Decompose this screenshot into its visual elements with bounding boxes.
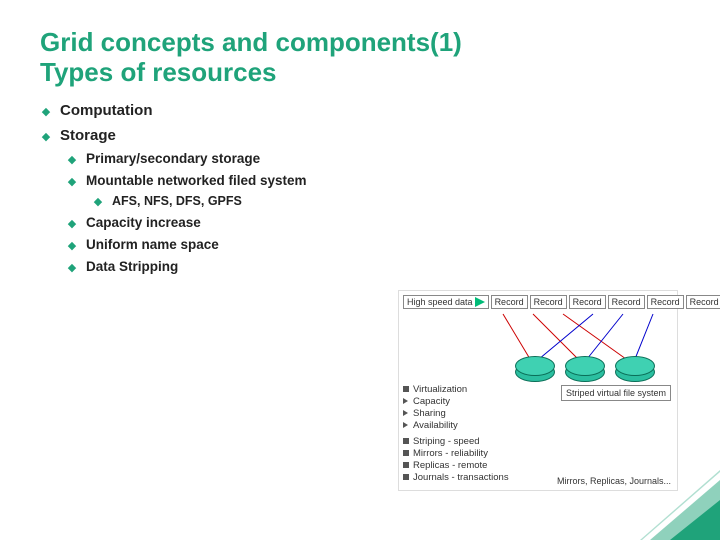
bullet-icon: ◆ <box>66 175 78 188</box>
bullet-storage: Storage <box>60 127 116 144</box>
bullet-list: ◆ Computation ◆ Storage ◆ Primary/second… <box>40 102 680 274</box>
bullet-icon: ◆ <box>40 105 52 118</box>
record-cell: Record <box>647 295 684 309</box>
bullet-icon: ◆ <box>40 130 52 143</box>
square-bullet-icon <box>403 450 409 456</box>
bullet-icon: ◆ <box>66 261 78 274</box>
bullet-fs-list: AFS, NFS, DFS, GPFS <box>112 194 242 208</box>
bullet-computation: Computation <box>60 102 152 119</box>
bullet-icon: ◆ <box>66 239 78 252</box>
square-bullet-icon <box>403 386 409 392</box>
square-bullet-icon <box>403 438 409 444</box>
feat-availability: Availability <box>413 420 458 431</box>
slide-title: Grid concepts and components(1) Types of… <box>40 28 680 88</box>
record-cell: Record <box>530 295 567 309</box>
disk-icon <box>515 356 555 376</box>
record-cell: Record <box>686 295 720 309</box>
disk-icon <box>615 356 655 376</box>
square-bullet-icon <box>403 474 409 480</box>
hsd-label: High speed data <box>407 297 473 307</box>
feat-sharing: Sharing <box>413 408 446 419</box>
bullet-mountable: Mountable networked filed system <box>86 173 307 188</box>
record-cell: Record <box>569 295 606 309</box>
title-line-1: Grid concepts and components(1) <box>40 27 462 57</box>
record-cell: Record <box>608 295 645 309</box>
feat-mirrors: Mirrors - reliability <box>413 448 488 459</box>
triangle-bullet-icon <box>403 398 408 404</box>
striped-vfs-box: Striped virtual file system <box>561 385 671 401</box>
bullet-primary-secondary: Primary/secondary storage <box>86 151 260 166</box>
triangle-bullet-icon <box>403 410 408 416</box>
storage-diagram: High speed data Record Record Record Rec… <box>398 290 678 491</box>
bullet-capacity: Capacity increase <box>86 215 201 230</box>
square-bullet-icon <box>403 462 409 468</box>
feat-capacity: Capacity <box>413 396 450 407</box>
bullet-uniform-namespace: Uniform name space <box>86 237 219 252</box>
feat-virtualization: Virtualization <box>413 384 467 395</box>
title-line-2: Types of resources <box>40 57 277 87</box>
record-row: High speed data Record Record Record Rec… <box>403 295 673 309</box>
bullet-icon: ◆ <box>92 195 104 208</box>
disk-icon <box>565 356 605 376</box>
bullet-icon: ◆ <box>66 217 78 230</box>
record-cell: Record <box>491 295 528 309</box>
diagram-caption: Mirrors, Replicas, Journals... <box>557 476 671 486</box>
disk-area <box>403 312 673 382</box>
arrow-right-icon <box>475 297 485 307</box>
feat-journals: Journals - transactions <box>413 472 509 483</box>
bullet-icon: ◆ <box>66 153 78 166</box>
feat-striping: Striping - speed <box>413 436 480 447</box>
feat-replicas: Replicas - remote <box>413 460 487 471</box>
high-speed-data-box: High speed data <box>403 295 489 309</box>
triangle-bullet-icon <box>403 422 408 428</box>
bullet-data-stripping: Data Stripping <box>86 259 178 274</box>
